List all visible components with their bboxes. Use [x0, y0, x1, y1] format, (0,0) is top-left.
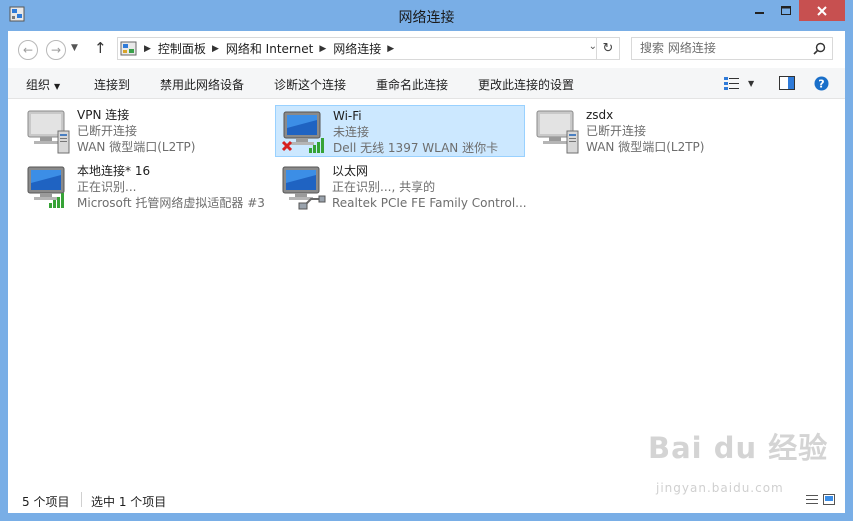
connection-tile-wifi[interactable]: Wi-Fi 未连接 Dell 无线 1397 WLAN 迷你卡	[275, 105, 525, 157]
back-arrow-icon: ←	[22, 43, 34, 57]
diagnose-button[interactable]: 诊断这个连接	[274, 76, 346, 93]
connection-device: Realtek PCIe FE Family Control...	[332, 196, 527, 210]
maximize-button[interactable]	[773, 0, 799, 21]
recent-locations-dropdown[interactable]: ▼	[71, 43, 78, 53]
connection-name: Wi-Fi	[333, 109, 362, 123]
connection-status: 未连接	[333, 125, 370, 139]
connection-name: 本地连接* 16	[77, 164, 151, 178]
view-options-icon	[724, 77, 739, 90]
help-button[interactable]: ?	[814, 74, 829, 92]
connection-device: WAN 微型端口(L2TP)	[586, 140, 705, 154]
forward-button[interactable]: →	[46, 40, 66, 60]
connection-tile-vpn[interactable]: VPN 连接 已断开连接 WAN 微型端口(L2TP)	[20, 105, 270, 157]
search-input[interactable]	[640, 41, 810, 55]
search-box[interactable]	[631, 37, 833, 60]
search-icon[interactable]	[813, 42, 826, 55]
close-button[interactable]	[799, 0, 845, 21]
preview-pane-icon	[779, 76, 795, 90]
selected-count: 选中 1 个项目	[91, 495, 167, 509]
up-button[interactable]: ↑	[94, 39, 107, 57]
breadcrumb-network-internet[interactable]: 网络和 Internet	[226, 40, 313, 57]
maximize-icon	[781, 5, 791, 15]
connection-status: 正在识别..., 共享的	[332, 180, 436, 194]
change-settings-button[interactable]: 更改此连接的设置	[478, 76, 574, 93]
help-icon: ?	[814, 76, 829, 90]
forward-arrow-icon: →	[50, 43, 62, 57]
command-bar: 组织 ▼ 连接到 禁用此网络设备 诊断这个连接 重命名此连接 更改此连接的设置 ▼	[8, 68, 845, 99]
baidu-jingyan-watermark-logo: Bai du 经验	[648, 431, 829, 465]
navigation-bar: ← → ▼ ↑ ▶ 控制面板 ▶ 网络和 Internet ▶ 网络连接 ▶ ⌄	[8, 31, 845, 68]
back-button[interactable]: ←	[18, 40, 38, 60]
disable-device-button[interactable]: 禁用此网络设备	[160, 76, 244, 93]
item-count: 5 个项目	[22, 495, 70, 509]
organize-menu[interactable]: 组织 ▼	[26, 76, 60, 93]
refresh-button[interactable]: ↻	[596, 38, 619, 59]
connection-status: 已断开连接	[77, 124, 138, 138]
status-divider	[81, 492, 82, 507]
vpn-connection-icon	[27, 110, 70, 154]
breadcrumb-separator-icon[interactable]: ▶	[144, 44, 151, 54]
breadcrumb-separator-icon[interactable]: ▶	[387, 44, 394, 54]
connection-device: WAN 微型端口(L2TP)	[77, 140, 196, 154]
connection-tile-zsdx[interactable]: zsdx 已断开连接 WAN 微型端口(L2TP)	[529, 105, 779, 157]
breadcrumb-control-panel[interactable]: 控制面板	[158, 40, 206, 57]
breadcrumb-separator-icon[interactable]: ▶	[212, 44, 219, 54]
connection-status: 已断开连接	[586, 124, 647, 138]
connection-name: zsdx	[586, 108, 614, 122]
up-arrow-icon: ↑	[94, 39, 107, 57]
rename-button[interactable]: 重命名此连接	[376, 76, 448, 93]
breadcrumb-separator-icon[interactable]: ▶	[319, 44, 326, 54]
control-panel-icon	[120, 41, 137, 55]
organize-label: 组织	[26, 78, 51, 92]
connection-tile-ethernet[interactable]: 以太网 正在识别..., 共享的 Realtek PCIe FE Family …	[275, 161, 527, 213]
hosted-network-icon	[27, 166, 65, 208]
svg-text:?: ?	[818, 77, 824, 90]
connection-status: 正在识别...	[77, 180, 137, 194]
status-view-buttons	[806, 494, 835, 505]
connection-device: Microsoft 托管网络虚拟适配器 #3	[77, 196, 265, 210]
connection-name: 以太网	[332, 164, 369, 178]
large-icons-view-icon[interactable]	[823, 494, 835, 505]
minimize-icon	[754, 11, 764, 14]
vpn-connection-icon	[536, 110, 579, 154]
ethernet-connection-icon	[282, 166, 326, 210]
preview-pane-button[interactable]	[779, 74, 795, 92]
title-bar[interactable]: 网络连接	[0, 0, 853, 31]
close-icon	[817, 5, 827, 16]
view-dropdown-arrow-icon[interactable]: ▼	[748, 74, 754, 92]
breadcrumb-network-connections[interactable]: 网络连接	[333, 40, 381, 57]
refresh-icon: ↻	[602, 41, 614, 56]
window-title: 网络连接	[398, 10, 455, 26]
minimize-button[interactable]	[746, 0, 773, 21]
change-view-button[interactable]	[724, 74, 740, 92]
connection-device: Dell 无线 1397 WLAN 迷你卡	[333, 141, 499, 155]
details-view-icon[interactable]	[806, 494, 818, 505]
connection-tile-local-16[interactable]: 本地连接* 16 正在识别... Microsoft 托管网络虚拟适配器 #3	[20, 161, 270, 213]
connect-to-button[interactable]: 连接到	[94, 76, 130, 93]
connection-name: VPN 连接	[77, 108, 130, 122]
wifi-connection-icon	[281, 111, 324, 153]
address-bar[interactable]: ▶ 控制面板 ▶ 网络和 Internet ▶ 网络连接 ▶ ⌄ ↻	[117, 37, 620, 60]
watermark-url: jingyan.baidu.com	[656, 481, 784, 495]
chevron-down-icon: ▼	[54, 82, 61, 91]
